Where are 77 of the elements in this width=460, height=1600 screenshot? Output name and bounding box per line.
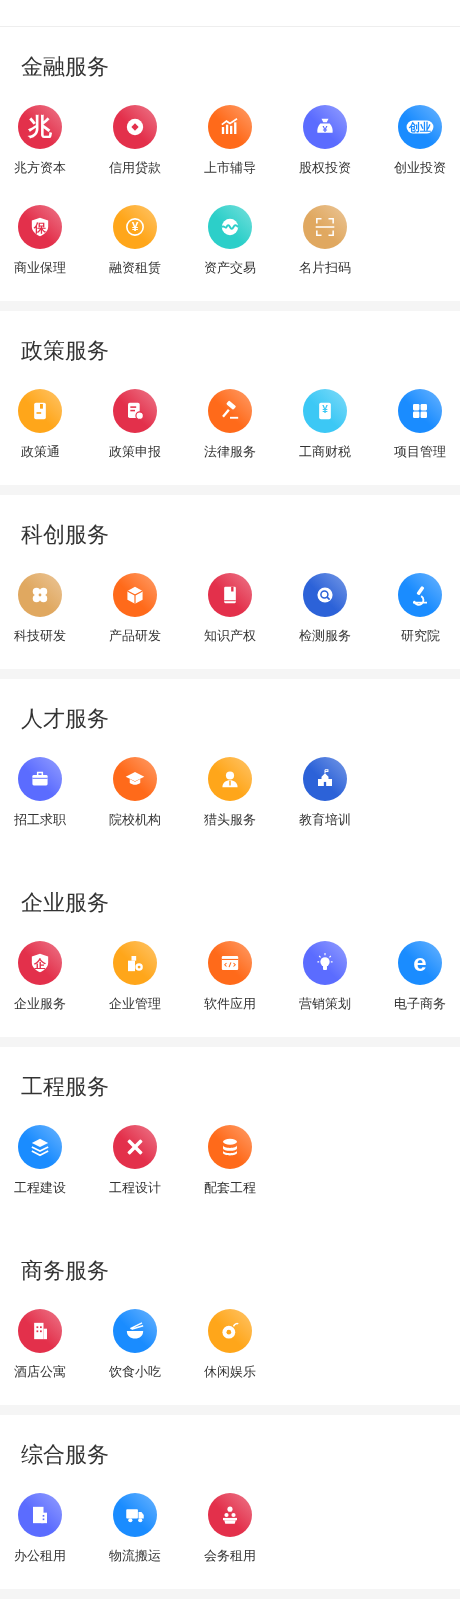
section-title: 综合服务 xyxy=(21,1441,109,1469)
letter-icon[interactable]: 兆 xyxy=(18,105,62,149)
service-label[interactable]: 法律服务 xyxy=(204,443,256,461)
search-icon[interactable] xyxy=(303,573,347,617)
service-label[interactable]: 物流搬运 xyxy=(109,1547,161,1565)
service-label[interactable]: 资产交易 xyxy=(204,259,256,277)
service-label[interactable]: 酒店公寓 xyxy=(14,1363,66,1381)
service-label[interactable]: 工程设计 xyxy=(109,1179,161,1197)
building-icon[interactable] xyxy=(18,1309,62,1353)
section-title: 科创服务 xyxy=(21,521,109,549)
scan-icon[interactable] xyxy=(303,205,347,249)
truck-icon[interactable] xyxy=(113,1493,157,1537)
service-label[interactable]: 休闲娱乐 xyxy=(204,1363,256,1381)
section-title: 商务服务 xyxy=(21,1257,109,1285)
service-label[interactable]: 政策申报 xyxy=(109,443,161,461)
book-icon[interactable] xyxy=(208,573,252,617)
service-label[interactable]: 股权投资 xyxy=(299,159,351,177)
service-label[interactable]: 知识产权 xyxy=(204,627,256,645)
service-label[interactable]: 商业保理 xyxy=(14,259,66,277)
cup-icon[interactable] xyxy=(208,1309,252,1353)
people-icon[interactable] xyxy=(208,1493,252,1537)
wave-icon[interactable] xyxy=(208,205,252,249)
service-label[interactable]: 上市辅导 xyxy=(204,159,256,177)
service-label[interactable]: 科技研发 xyxy=(14,627,66,645)
service-label[interactable]: 营销策划 xyxy=(299,995,351,1013)
code-window-icon[interactable] xyxy=(208,941,252,985)
cube-icon[interactable] xyxy=(113,573,157,617)
service-label[interactable]: 软件应用 xyxy=(204,995,256,1013)
person-icon[interactable] xyxy=(208,757,252,801)
coin-icon[interactable] xyxy=(113,105,157,149)
service-label[interactable]: 工程建设 xyxy=(14,1179,66,1197)
service-label[interactable]: 饮食小吃 xyxy=(109,1363,161,1381)
service-label[interactable]: 创业投资 xyxy=(394,159,446,177)
service-label[interactable]: 招工求职 xyxy=(14,811,66,829)
layers-icon[interactable] xyxy=(18,1125,62,1169)
bulb-icon[interactable] xyxy=(303,941,347,985)
shield-icon[interactable]: 保 xyxy=(18,205,62,249)
service-label[interactable]: 办公租用 xyxy=(14,1547,66,1565)
service-label[interactable]: 猎头服务 xyxy=(204,811,256,829)
bowl-icon[interactable] xyxy=(113,1309,157,1353)
service-label[interactable]: 配套工程 xyxy=(204,1179,256,1197)
service-label[interactable]: 检测服务 xyxy=(299,627,351,645)
service-label[interactable]: 信用贷款 xyxy=(109,159,161,177)
service-label[interactable]: 院校机构 xyxy=(109,811,161,829)
service-label[interactable]: 政策通 xyxy=(20,443,60,461)
document-icon[interactable] xyxy=(113,389,157,433)
service-label[interactable]: 兆方资本 xyxy=(14,159,66,177)
grid-icon[interactable] xyxy=(398,389,442,433)
factory-icon[interactable] xyxy=(113,941,157,985)
database-icon[interactable] xyxy=(208,1125,252,1169)
service-label[interactable]: 工商财税 xyxy=(299,443,351,461)
service-label[interactable]: 名片扫码 xyxy=(299,259,351,277)
service-label[interactable]: 教育培训 xyxy=(299,811,351,829)
section-title: 工程服务 xyxy=(21,1073,109,1101)
flower-icon[interactable] xyxy=(18,573,62,617)
graduation-cap-icon[interactable] xyxy=(113,757,157,801)
office-building-icon[interactable] xyxy=(18,1493,62,1537)
section-title: 政策服务 xyxy=(21,337,109,365)
section-title: 企业服务 xyxy=(21,889,109,917)
service-label[interactable]: 研究院 xyxy=(400,627,440,645)
money-bag-icon[interactable]: ¥ xyxy=(303,105,347,149)
section-title: 金融服务 xyxy=(21,53,109,81)
briefcase-icon[interactable] xyxy=(18,757,62,801)
gavel-icon[interactable] xyxy=(208,389,252,433)
service-label[interactable]: 企业管理 xyxy=(109,995,161,1013)
service-label[interactable]: 会务租用 xyxy=(204,1547,256,1565)
shield-icon[interactable]: 企 xyxy=(18,941,62,985)
service-label[interactable]: 融资租赁 xyxy=(109,259,161,277)
service-label[interactable]: 企业服务 xyxy=(14,995,66,1013)
microscope-icon[interactable] xyxy=(398,573,442,617)
school-icon[interactable] xyxy=(303,757,347,801)
service-label[interactable]: 电子商务 xyxy=(394,995,446,1013)
chart-icon[interactable] xyxy=(208,105,252,149)
section-title: 人才服务 xyxy=(21,705,109,733)
document-icon[interactable] xyxy=(18,389,62,433)
service-label[interactable]: 项目管理 xyxy=(394,443,446,461)
service-label[interactable]: 产品研发 xyxy=(109,627,161,645)
